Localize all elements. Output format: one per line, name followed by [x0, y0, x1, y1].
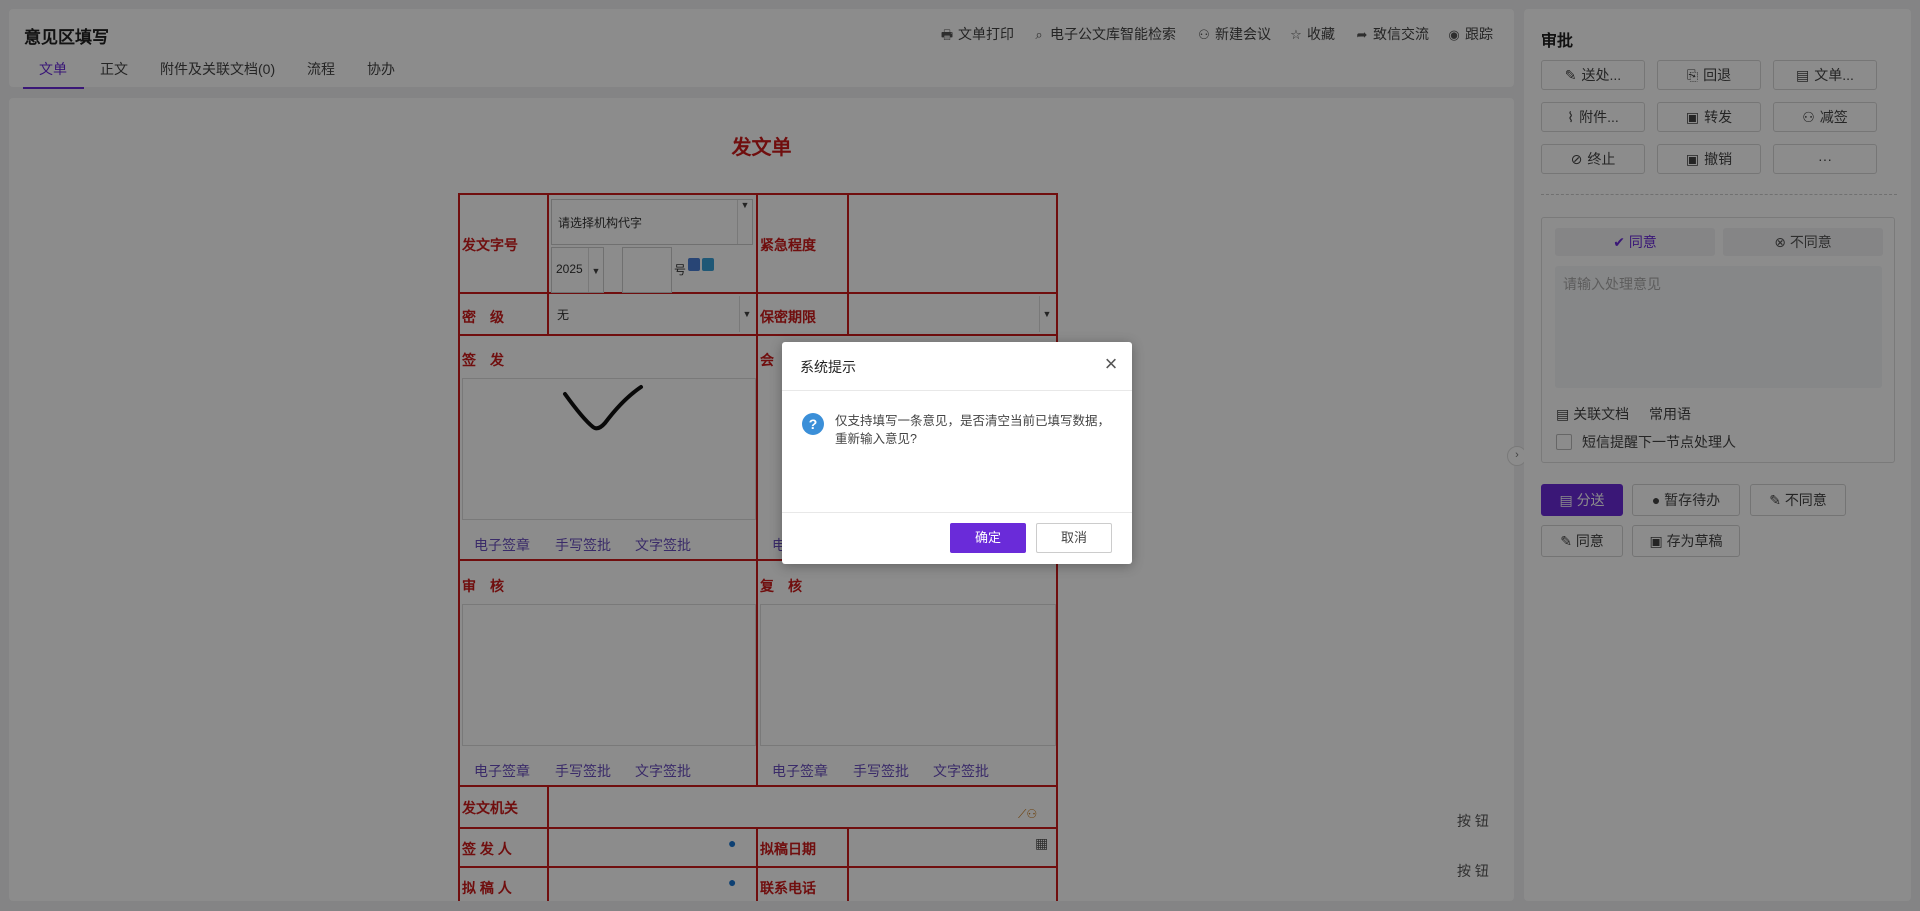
- close-icon[interactable]: ×: [1100, 353, 1122, 376]
- dialog-message: 仅支持填写一条意见，是否清空当前已填写数据，重新输入意见?: [835, 414, 1111, 446]
- confirm-button[interactable]: 确定: [950, 523, 1026, 553]
- cancel-button[interactable]: 取消: [1036, 523, 1112, 553]
- divider: [782, 512, 1132, 513]
- system-prompt-dialog: 系统提示 × ? 仅支持填写一条意见，是否清空当前已填写数据，重新输入意见? 确…: [782, 342, 1132, 564]
- divider: [782, 390, 1132, 391]
- question-icon: ?: [802, 413, 824, 435]
- dialog-title: 系统提示: [800, 359, 856, 375]
